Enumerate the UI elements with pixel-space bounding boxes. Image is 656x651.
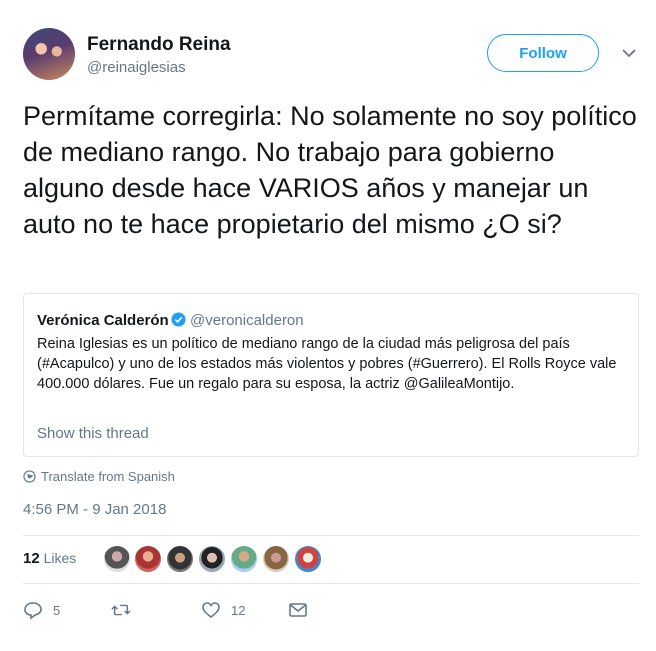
likes-summary[interactable]: 12 Likes: [23, 550, 76, 567]
quoted-author-name: Verónica Calderón: [37, 312, 169, 329]
likes-label: Likes: [43, 550, 77, 566]
divider: [23, 535, 639, 536]
quoted-tweet[interactable]: Verónica Calderón @veronicalderon Reina …: [23, 293, 639, 457]
retweet-button[interactable]: [111, 600, 131, 620]
liker-avatar[interactable]: [262, 545, 290, 573]
liker-avatar[interactable]: [294, 545, 322, 573]
liker-avatar[interactable]: [230, 545, 258, 573]
verified-badge-icon: [171, 312, 186, 327]
quoted-tweet-text: Reina Iglesias es un político de mediano…: [37, 336, 617, 392]
envelope-icon: [289, 603, 307, 617]
like-count: 12: [231, 602, 246, 618]
divider: [23, 583, 639, 584]
retweet-icon: [111, 604, 131, 616]
tweet-text: Permítame corregirla: No solamente no so…: [23, 101, 637, 239]
chevron-down-icon[interactable]: [620, 44, 638, 62]
follow-button[interactable]: Follow: [487, 34, 599, 72]
show-thread-link[interactable]: Show this thread: [37, 425, 149, 442]
liker-avatar[interactable]: [198, 545, 226, 573]
reply-count: 5: [53, 602, 61, 618]
like-button[interactable]: 12: [201, 600, 245, 620]
tweet: Fernando Reina @reinaiglesias Follow Per…: [0, 0, 656, 651]
author-name[interactable]: Fernando Reina: [87, 34, 231, 56]
liker-avatar[interactable]: [103, 545, 131, 573]
translate-link[interactable]: Translate from Spanish: [23, 469, 175, 484]
likes-count: 12: [23, 550, 40, 567]
direct-message-button[interactable]: [288, 600, 308, 620]
globe-icon: [23, 470, 36, 483]
heart-icon: [202, 602, 220, 619]
reply-icon: [24, 602, 42, 620]
translate-label: Translate from Spanish: [41, 469, 175, 484]
liker-avatar[interactable]: [166, 545, 194, 573]
author-handle[interactable]: @reinaiglesias: [87, 59, 186, 76]
tweet-timestamp[interactable]: 4:56 PM - 9 Jan 2018: [23, 501, 166, 518]
quoted-author-handle: @veronicalderon: [190, 312, 304, 329]
liker-avatar[interactable]: [134, 545, 162, 573]
reply-button[interactable]: 5: [23, 600, 60, 620]
author-avatar[interactable]: [23, 28, 75, 80]
